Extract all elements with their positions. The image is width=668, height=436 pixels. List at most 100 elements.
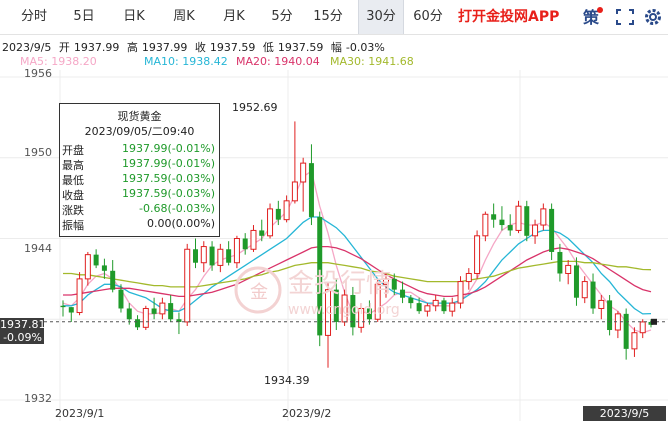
low-value: 1937.59 (277, 41, 324, 54)
tab-30min[interactable]: 30分 (358, 0, 404, 34)
tooltip-label: 开盘 (62, 144, 84, 157)
tab-intraday[interactable]: 分时 (14, 0, 54, 34)
tooltip-label: 最高 (62, 159, 84, 172)
candle-body (598, 299, 605, 309)
candle-body (482, 213, 489, 237)
open-label: 开 (58, 41, 70, 54)
candle-body (250, 229, 257, 250)
candle-body (217, 248, 224, 266)
candle-body (110, 270, 116, 290)
tooltip-label: 振幅 (62, 219, 84, 232)
candle-body (631, 332, 638, 350)
tooltip-row-close: 收盘 1937.59(-0.03%) (62, 187, 215, 202)
candle-body (283, 200, 290, 221)
range-label: 幅 (330, 41, 342, 54)
tooltip-value: 0.00(0.00%) (146, 217, 215, 230)
candle-body (151, 308, 157, 314)
tooltip-value: 1937.59(-0.03%) (122, 187, 215, 200)
tooltip-row-change: 涨跌 -0.68(-0.03%) (62, 202, 215, 217)
candle-body (607, 300, 613, 331)
current-price-tag: 1937.81 -0.09% (0, 318, 46, 344)
tooltip-label: 收盘 (62, 189, 84, 202)
ma10-legend: MA10: 1938.42 (144, 55, 228, 68)
tooltip-value: 1937.59(-0.03%) (122, 172, 215, 185)
tooltip-label: 涨跌 (62, 204, 84, 217)
y-tick-label: 1944 (24, 242, 52, 255)
ohlc-date: 2023/9/5 (2, 41, 52, 54)
svg-text:金投行情: 金投行情 (288, 269, 392, 299)
fullscreen-icon[interactable] (614, 7, 636, 27)
candle-body (142, 307, 149, 328)
gear-icon[interactable] (642, 7, 664, 27)
tab-15min[interactable]: 15分 (306, 0, 350, 34)
tooltip-time: 2023/09/05/二09:40 (84, 125, 195, 138)
tooltip-row-low: 最低 1937.59(-0.03%) (62, 172, 215, 187)
tab-weekly-k[interactable]: 周K (162, 0, 206, 34)
ohlc-tooltip: 现货黄金 2023/09/05/二09:40 开盘 1937.99(-0.01%)… (59, 103, 220, 237)
tooltip-row-open: 开盘 1937.99(-0.01%) (62, 142, 215, 157)
x-tick-label: 2023/9/1 (55, 407, 105, 420)
candle-body (68, 307, 74, 313)
candle-body (242, 238, 248, 250)
candle-body (76, 278, 83, 314)
candle-body (60, 305, 66, 308)
tab-monthly-k[interactable]: 月K (212, 0, 256, 34)
candle-body (590, 281, 596, 309)
x-tick-label: 2023/9/2 (282, 407, 332, 420)
tab-daily-k[interactable]: 日K (112, 0, 156, 34)
watermark-logo: 金 金投行情 www.cngold.org (234, 266, 400, 318)
candle-body (259, 230, 265, 236)
candle-body (557, 251, 563, 274)
range-value: -0.03% (345, 41, 385, 54)
high-annotation: 1952.69 (232, 101, 278, 114)
candle-body (209, 246, 215, 266)
ma20-legend: MA20: 1940.04 (236, 55, 320, 68)
candle-body (581, 281, 588, 299)
tooltip-label: 最低 (62, 174, 84, 187)
candle-body (226, 249, 232, 263)
current-price-marker (651, 318, 657, 325)
current-price: 1937.81 (0, 318, 46, 331)
low-label: 低 (262, 41, 274, 54)
tooltip-value: 1937.99(-0.01%) (122, 157, 215, 170)
current-change-pct: -0.09% (3, 331, 42, 344)
candle-body (193, 249, 199, 263)
tooltip-row-amplitude: 振幅 0.00(0.00%) (62, 217, 215, 232)
candle-body (524, 206, 530, 236)
svg-text:金: 金 (250, 282, 268, 303)
tooltip-value: 1937.99(-0.01%) (122, 142, 215, 155)
close-value: 1937.59 (209, 41, 256, 54)
tooltip-value: -0.68(-0.03%) (139, 202, 215, 215)
tab-5min[interactable]: 5分 (262, 0, 302, 34)
candle-body (275, 208, 281, 220)
y-tick-label: 1950 (24, 146, 52, 159)
strategy-icon[interactable]: 策 (581, 7, 603, 27)
ma30-legend: MA30: 1941.68 (330, 55, 414, 68)
high-label: 高 (126, 41, 138, 54)
candle-body (267, 208, 274, 237)
close-label: 收 (194, 41, 206, 54)
tab-60min[interactable]: 60分 (406, 0, 450, 34)
y-tick-label: 1956 (24, 67, 52, 80)
candle-body (159, 302, 166, 315)
open-value: 1937.99 (73, 41, 120, 54)
candle-body (507, 225, 513, 231)
candle-body (291, 181, 298, 202)
high-value: 1937.99 (141, 41, 188, 54)
tab-5day[interactable]: 5日 (64, 0, 104, 34)
tooltip-instrument-name: 现货黄金 (117, 110, 162, 123)
candle-body (474, 235, 481, 274)
open-app-link[interactable]: 打开金投网APP (458, 0, 559, 34)
candle-body (532, 224, 539, 237)
candle-body (549, 208, 555, 252)
candle-body (126, 308, 132, 320)
candle-body (573, 265, 579, 298)
candle-body (93, 254, 99, 266)
candle-body (84, 254, 91, 280)
candle-body (540, 208, 547, 226)
candle-body (184, 248, 191, 323)
tooltip-row-high: 最高 1937.99(-0.01%) (62, 157, 215, 172)
candle-body (565, 264, 572, 274)
ohlc-summary: 2023/9/5 开 1937.99 高 1937.99 收 1937.59 低 193… (2, 39, 389, 55)
candle-body (623, 313, 629, 349)
